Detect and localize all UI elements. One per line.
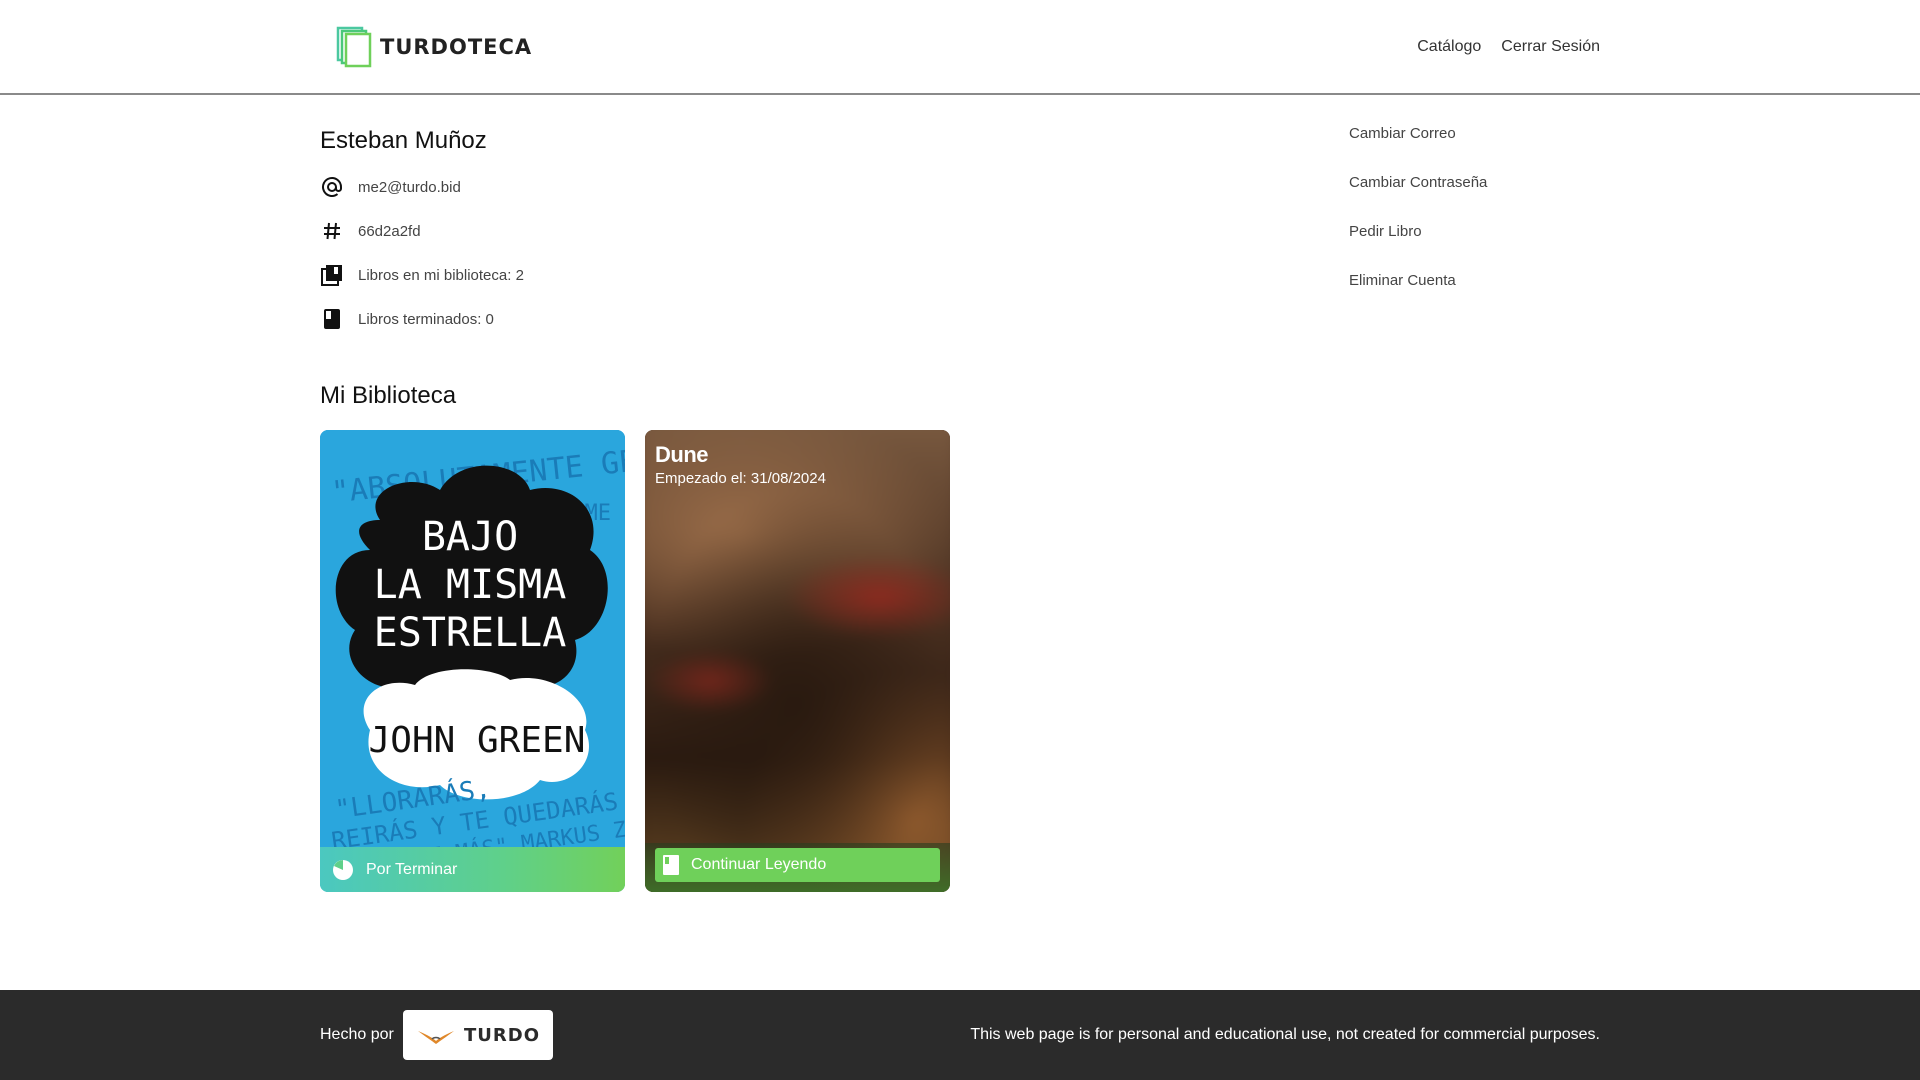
book-icon xyxy=(663,855,679,875)
account-menu: Cambiar Correo Cambiar Contraseña Pedir … xyxy=(1349,125,1487,321)
finished-count: Libros terminados: 0 xyxy=(358,310,494,328)
cover-title-line-1: BAJO xyxy=(422,514,518,560)
turdo-brand-logo[interactable]: TURDO xyxy=(403,1010,553,1060)
cover-author: JOHN GREEN xyxy=(369,720,586,761)
footer-disclaimer: This web page is for personal and educat… xyxy=(970,1026,1600,1043)
top-header: TURDOTECA Catálogo Cerrar Sesión xyxy=(0,0,1920,95)
request-book-link[interactable]: Pedir Libro xyxy=(1349,223,1487,272)
brand-text: TURDO xyxy=(464,1024,540,1046)
change-email-link[interactable]: Cambiar Correo xyxy=(1349,125,1487,174)
book-title: Dune xyxy=(655,442,709,467)
user-email: me2@turdo.bid xyxy=(358,178,461,196)
logo-text: TURDOTECA xyxy=(380,35,533,59)
main-nav: Catálogo Cerrar Sesión xyxy=(1417,38,1600,56)
site-footer: Hecho por TURDO This web page is for per… xyxy=(0,990,1920,1080)
bird-logo-icon xyxy=(418,1031,454,1044)
book-card[interactable]: Dune Empezado el: 31/08/2024 Continuar L… xyxy=(645,430,950,892)
book-icon xyxy=(320,307,344,331)
library-books-icon xyxy=(320,263,344,287)
library-title: Mi Biblioteca xyxy=(320,382,457,409)
book-cover-blurred xyxy=(645,430,950,892)
continue-reading-label: Continuar Leyendo xyxy=(691,856,827,873)
change-password-link[interactable]: Cambiar Contraseña xyxy=(1349,174,1487,223)
status-badge: Por Terminar xyxy=(320,847,625,892)
progress-pie-icon xyxy=(333,859,353,880)
book-card[interactable]: "ABSOLUTAMENTE GENIAL" TIME BAJO LA MISM… xyxy=(320,430,625,892)
user-name: Esteban Muñoz xyxy=(320,127,487,154)
cover-title-line-2: LA MISMA xyxy=(374,562,567,608)
continue-reading-button[interactable]: Continuar Leyendo xyxy=(655,848,940,882)
email-row: me2@turdo.bid xyxy=(320,175,461,199)
cover-title-line-3: ESTRELLA xyxy=(374,610,567,656)
hash-icon xyxy=(320,219,344,243)
book-cover: "ABSOLUTAMENTE GENIAL" TIME BAJO LA MISM… xyxy=(320,430,625,847)
delete-account-link[interactable]: Eliminar Cuenta xyxy=(1349,272,1487,321)
finished-count-row: Libros terminados: 0 xyxy=(320,307,494,331)
status-label: Por Terminar xyxy=(366,860,458,878)
nav-logout-link[interactable]: Cerrar Sesión xyxy=(1501,38,1600,56)
books-logo-icon xyxy=(336,26,372,68)
library-count: Libros en mi biblioteca: 2 xyxy=(358,266,524,284)
site-logo[interactable]: TURDOTECA xyxy=(336,26,532,68)
made-by-label: Hecho por xyxy=(320,1026,394,1043)
nav-catalogo-link[interactable]: Catálogo xyxy=(1417,38,1481,56)
user-id: 66d2a2fd xyxy=(358,222,421,240)
id-row: 66d2a2fd xyxy=(320,219,421,243)
library-count-row: Libros en mi biblioteca: 2 xyxy=(320,263,524,287)
book-start-date: Empezado el: 31/08/2024 xyxy=(655,470,826,487)
at-sign-icon xyxy=(320,175,344,199)
